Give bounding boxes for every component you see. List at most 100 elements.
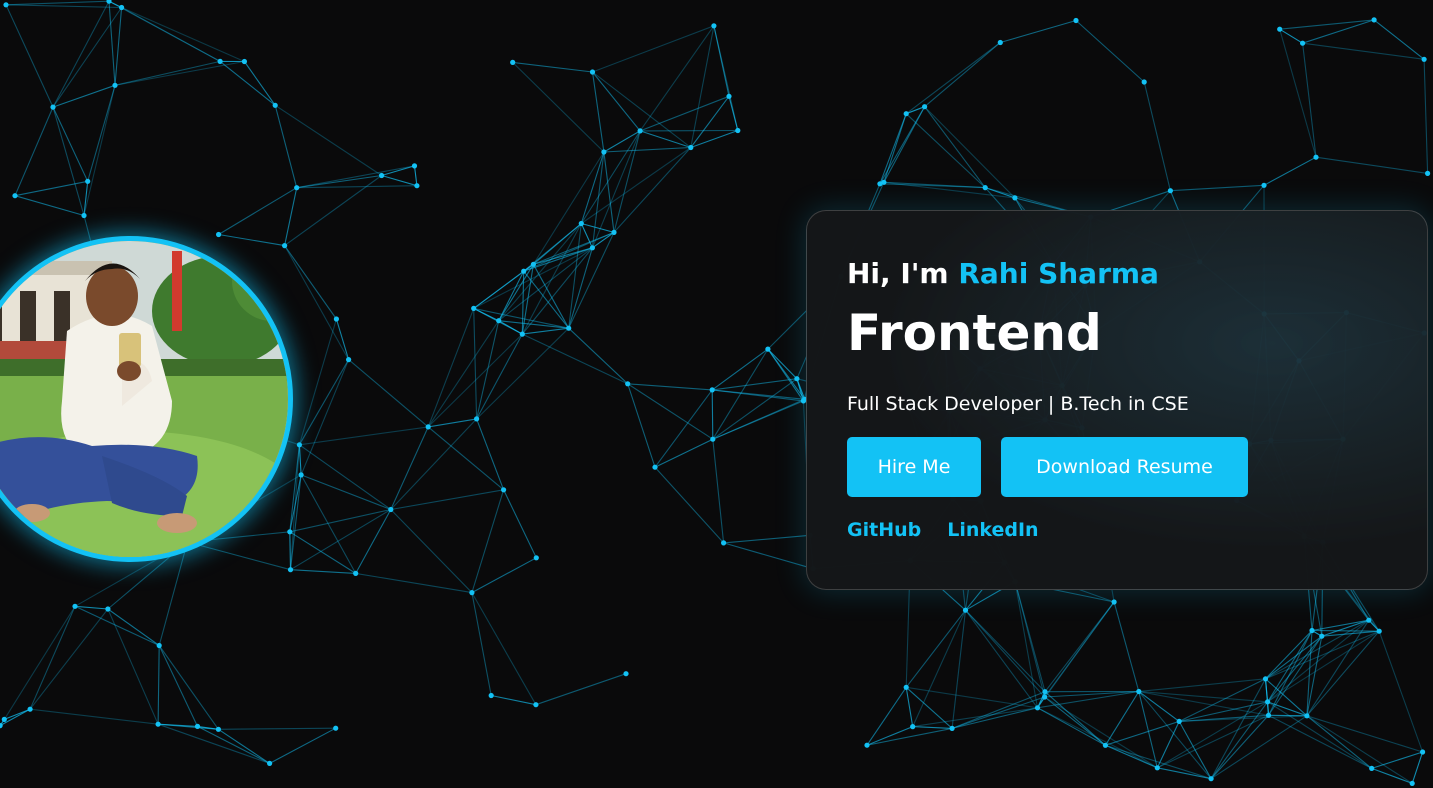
- network-link: [14, 106, 54, 196]
- network-link: [300, 474, 391, 511]
- network-link: [603, 130, 641, 153]
- hire-me-button[interactable]: Hire Me: [847, 437, 981, 497]
- network-link: [243, 61, 276, 106]
- network-link: [1267, 635, 1323, 703]
- network-node: [922, 104, 928, 110]
- network-link: [289, 508, 391, 533]
- network-link: [473, 307, 499, 322]
- network-node: [949, 725, 955, 732]
- network-node: [1136, 688, 1142, 695]
- network-link: [512, 61, 593, 73]
- network-node: [765, 346, 771, 352]
- network-node: [709, 387, 715, 393]
- network-link: [627, 383, 713, 391]
- network-link: [627, 383, 656, 468]
- network-node: [1309, 627, 1315, 634]
- network-link: [712, 348, 769, 440]
- network-link: [654, 438, 714, 468]
- network-link: [580, 151, 605, 224]
- network-link: [5, 0, 110, 6]
- network-link: [905, 42, 1001, 115]
- network-node: [267, 760, 273, 767]
- network-link: [767, 348, 798, 380]
- network-link: [298, 359, 350, 446]
- network-link: [1267, 630, 1313, 703]
- profile-photo-illustration: [0, 241, 288, 557]
- network-node: [272, 102, 278, 108]
- network-link: [603, 146, 691, 153]
- network-link: [157, 723, 270, 764]
- network-node: [982, 185, 988, 191]
- network-node: [425, 424, 431, 430]
- network-node: [1319, 633, 1325, 639]
- network-link: [284, 245, 350, 360]
- download-resume-button[interactable]: Download Resume: [1001, 437, 1248, 497]
- network-link: [639, 25, 715, 132]
- linkedin-link[interactable]: LinkedIn: [947, 519, 1038, 541]
- network-link: [512, 62, 605, 153]
- network-node: [346, 357, 352, 363]
- network-node: [1420, 749, 1426, 755]
- network-link: [639, 130, 691, 149]
- network-link: [1075, 20, 1145, 83]
- greeting-heading: Hi, I'm Rahi Sharma: [847, 255, 1387, 293]
- network-node: [530, 261, 537, 267]
- network-link: [290, 569, 356, 574]
- network-node: [997, 39, 1003, 46]
- developer-name: Rahi Sharma: [958, 257, 1159, 290]
- network-link: [951, 691, 1046, 729]
- network-link: [114, 7, 123, 86]
- network-node: [81, 212, 87, 219]
- network-link: [158, 723, 219, 730]
- network-link: [427, 320, 500, 428]
- network-node: [1265, 712, 1272, 718]
- cta-buttons: Hire Me Download Resume: [847, 437, 1387, 497]
- network-node: [1304, 713, 1310, 719]
- network-node: [510, 59, 516, 65]
- network-link: [568, 247, 593, 329]
- network-node: [519, 331, 525, 337]
- network-link: [723, 542, 814, 570]
- network-link: [1044, 696, 1106, 746]
- network-node: [496, 318, 502, 324]
- network-node: [735, 127, 741, 134]
- network-node: [1042, 694, 1048, 700]
- network-node: [194, 723, 201, 730]
- network-node: [589, 245, 596, 251]
- network-link: [924, 106, 986, 188]
- network-node: [112, 82, 118, 88]
- network-node: [1313, 154, 1319, 160]
- network-link: [14, 195, 85, 217]
- network-link: [1306, 715, 1373, 769]
- network-link: [52, 0, 110, 108]
- network-link: [1037, 707, 1158, 769]
- network-link: [905, 113, 986, 189]
- network-link: [1210, 678, 1266, 779]
- network-link: [1000, 19, 1077, 44]
- network-link: [471, 592, 492, 696]
- network-node: [414, 183, 420, 189]
- role-subtitle: Full Stack Developer | B.Tech in CSE: [847, 393, 1189, 415]
- network-link: [390, 426, 429, 510]
- network-node: [710, 436, 716, 442]
- network-node: [119, 4, 125, 11]
- network-link: [4, 708, 31, 720]
- network-link: [627, 383, 714, 440]
- github-link[interactable]: GitHub: [847, 519, 921, 541]
- network-node: [566, 325, 572, 331]
- network-node: [1073, 17, 1079, 24]
- network-link: [951, 610, 967, 729]
- network-link: [473, 308, 478, 419]
- network-link: [1210, 701, 1269, 780]
- network-link: [951, 707, 1038, 729]
- network-link: [1044, 696, 1158, 769]
- network-link: [568, 327, 629, 385]
- network-link: [30, 708, 159, 725]
- network-node: [471, 305, 477, 311]
- network-node: [1300, 40, 1306, 46]
- network-node: [1366, 617, 1372, 623]
- network-link: [355, 509, 392, 574]
- network-node: [601, 149, 607, 155]
- network-link: [114, 60, 245, 86]
- network-node: [72, 603, 78, 609]
